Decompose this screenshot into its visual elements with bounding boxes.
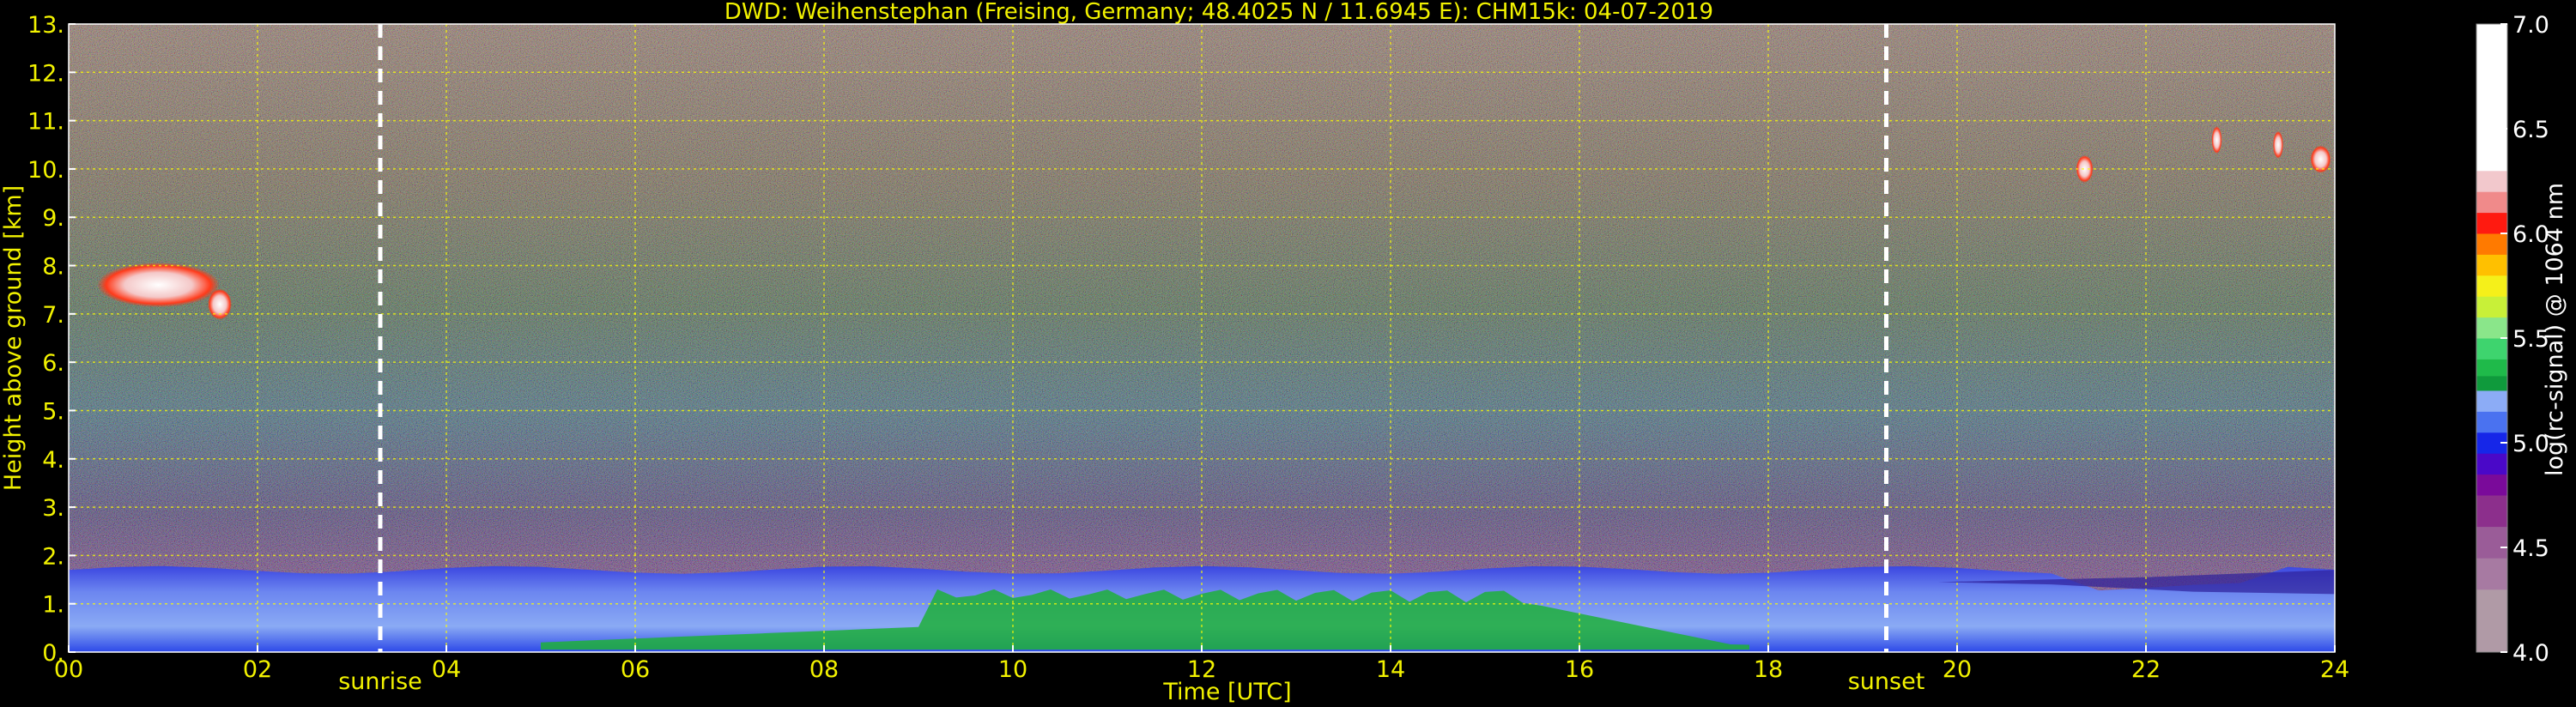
x-axis-label: Time [UTC] (1162, 679, 1291, 705)
colorbar-segment (2476, 233, 2507, 255)
colorbar-tick-label: 7.0 (2512, 12, 2549, 39)
colorbar-segment (2476, 212, 2507, 234)
colorbar-segment (2476, 558, 2507, 590)
y-tick-label: 0. (42, 640, 64, 667)
y-tick-label: 8. (42, 254, 64, 281)
colorbar-label: log(rc-signal) @ 1064 nm (2542, 183, 2568, 476)
y-tick-label: 9. (42, 205, 64, 232)
x-tick-label: 10 (998, 656, 1027, 683)
cloud-late-1 (2076, 154, 2094, 183)
x-tick-label: 06 (621, 656, 650, 683)
y-tick-label: 7. (42, 302, 64, 329)
y-tick-label: 6. (42, 350, 64, 377)
colorbar-segment (2476, 275, 2507, 297)
colorbar-segment (2476, 170, 2507, 192)
y-tick-label: 1. (42, 592, 64, 619)
sunset-label: sunset (1848, 668, 1925, 695)
y-tick-label: 2. (42, 543, 64, 570)
y-tick-label: 5. (42, 398, 64, 425)
colorbar-segment (2476, 338, 2507, 360)
cloud-early (97, 263, 220, 308)
colorbar: 4.04.55.05.56.06.57.0 (2476, 12, 2549, 667)
colorbar-segment (2476, 254, 2507, 276)
x-tick-label: 16 (1565, 656, 1594, 683)
colorbar-segment (2476, 589, 2507, 653)
cloud-early-tail (208, 288, 232, 320)
colorbar-segment (2476, 191, 2507, 214)
x-tick-label: 14 (1376, 656, 1405, 683)
colorbar-segment (2476, 296, 2507, 318)
x-tick-label: 24 (2320, 656, 2349, 683)
colorbar-segment (2476, 359, 2507, 377)
colorbar-segment (2476, 390, 2507, 412)
x-tick-label: 08 (809, 656, 839, 683)
x-tick-label: 20 (1943, 656, 1972, 683)
colorbar-tick-label: 4.5 (2512, 535, 2549, 562)
y-tick-label: 4. (42, 447, 64, 474)
y-tick-label: 11. (27, 109, 64, 136)
colorbar-segment (2476, 453, 2507, 475)
sunrise-label: sunrise (338, 668, 422, 695)
colorbar-segment (2476, 317, 2507, 339)
x-tick-label: 02 (243, 656, 272, 683)
ceilometer-chart: sunrise sunset 00 02 04 06 08 10 12 14 16 18 20 22 24… (0, 0, 2568, 705)
cloud-late-3 (2273, 130, 2283, 159)
y-tick-label: 12. (27, 60, 64, 87)
y-tick-label: 3. (42, 495, 64, 522)
colorbar-segment (2476, 411, 2507, 433)
colorbar-tick-label: 6.5 (2512, 117, 2549, 143)
colorbar-segment (2476, 24, 2507, 172)
x-tick-label: 22 (2131, 656, 2161, 683)
colorbar-segment (2476, 526, 2507, 559)
y-tick-label: 13. (27, 12, 64, 39)
x-tick-label: 18 (1754, 656, 1783, 683)
colorbar-segment (2476, 474, 2507, 496)
colorbar-segment (2476, 495, 2507, 528)
colorbar-segment (2476, 375, 2507, 391)
cloud-late-4 (2310, 145, 2331, 173)
x-tick-label: 04 (432, 656, 461, 683)
colorbar-tick-label: 4.0 (2512, 640, 2549, 667)
y-tick-label: 10. (27, 157, 64, 184)
cloud-late-2 (2211, 126, 2222, 154)
chart-title: DWD: Weihenstephan (Freising, Germany; 4… (724, 0, 1713, 25)
y-axis-label: Height above ground [km] (0, 185, 27, 491)
